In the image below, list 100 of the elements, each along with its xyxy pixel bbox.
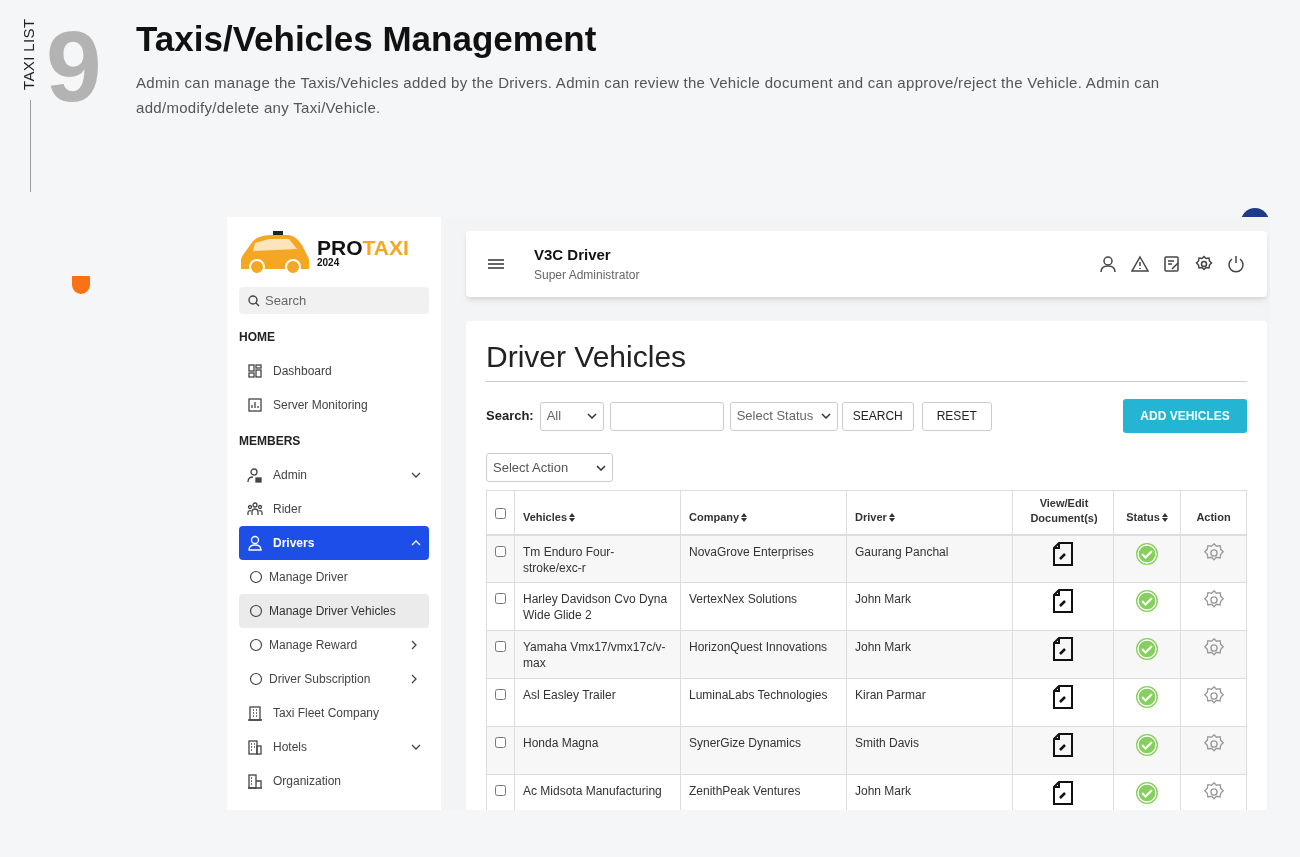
- hotel-icon: [247, 739, 263, 755]
- vehicle-name: Asl Easley Trailer: [523, 687, 617, 703]
- circle-icon: [249, 672, 263, 686]
- page-title: Driver Vehicles: [486, 337, 1247, 382]
- sort-icon[interactable]: [569, 512, 576, 522]
- document-edit-icon[interactable]: [1052, 541, 1074, 566]
- status-check-icon[interactable]: [1135, 733, 1159, 757]
- vehicle-name: Tm Enduro Four-stroke/exc-r: [523, 543, 616, 576]
- menu-item[interactable]: Taxi Fleet Company: [239, 696, 429, 730]
- office-icon: [247, 773, 263, 789]
- company-name: LuminaLabs Technologies: [689, 687, 829, 703]
- taxi-car-icon: [239, 229, 311, 275]
- section-heading: HOME: [239, 329, 276, 346]
- edit-note-icon[interactable]: [1163, 255, 1181, 273]
- status-check-icon[interactable]: [1135, 541, 1159, 566]
- description: Admin can manage the Taxis/Vehicles added by the Drivers. Admin can review the Vehicle document and can approve/reject the Vehicle. Admin can add/modify/delete any Taxi/Vehicle.: [136, 73, 1161, 118]
- submenu-item[interactable]: Manage Driver: [239, 560, 429, 594]
- row-checkbox[interactable]: [495, 545, 506, 557]
- chevron-icon: [411, 538, 421, 548]
- vehicle-name: Yamaha Vmx17/vmx17c/v-max: [523, 639, 667, 671]
- company-name: NovaGrove Enterprises: [689, 543, 815, 560]
- row-checkbox[interactable]: [495, 641, 506, 652]
- select-all-checkbox[interactable]: [495, 507, 506, 519]
- brand-logo: PROTAXI 2024: [317, 236, 409, 268]
- dashboard-icon: [247, 363, 263, 379]
- document-edit-icon[interactable]: [1052, 637, 1074, 661]
- type-select[interactable]: All: [539, 401, 604, 431]
- caret-icon: [596, 464, 606, 471]
- menu-item[interactable]: Rider: [239, 492, 429, 526]
- circle-icon: [249, 570, 263, 584]
- vehicle-name: Honda Magna: [523, 735, 600, 751]
- column-header: Action: [1196, 510, 1231, 525]
- caret-icon: [586, 413, 597, 419]
- search-label: Search:: [486, 407, 534, 426]
- reset-button[interactable]: RESET: [921, 401, 992, 431]
- driver-name: John Mark: [855, 639, 913, 655]
- menu-item[interactable]: Organization: [239, 764, 429, 798]
- company-name: HorizonQuest Innovations: [689, 639, 829, 655]
- action-select[interactable]: Select Action: [486, 453, 613, 482]
- menu-icon[interactable]: [488, 258, 504, 270]
- row-checkbox[interactable]: [495, 785, 506, 796]
- driver-name: Gaurang Panchal: [855, 543, 950, 560]
- document-edit-icon[interactable]: [1052, 733, 1074, 757]
- document-edit-icon[interactable]: [1052, 685, 1074, 709]
- column-header[interactable]: Vehicles: [523, 509, 568, 526]
- section-heading: MEMBERS: [239, 433, 302, 450]
- sort-icon[interactable]: [888, 512, 895, 522]
- menu-item[interactable]: Hotels: [239, 730, 429, 764]
- submenu-item[interactable]: Manage Reward: [239, 628, 429, 662]
- menu-item[interactable]: Drivers: [239, 526, 429, 560]
- menu-item[interactable]: Dashboard: [239, 354, 429, 388]
- driver-name: Kiran Parmar: [855, 687, 927, 703]
- driver-name: John Mark: [855, 591, 913, 607]
- menu-item[interactable]: Server Monitoring: [239, 388, 429, 422]
- chart-icon: [247, 397, 263, 413]
- chevron-icon: [409, 674, 419, 684]
- user-icon[interactable]: [1099, 255, 1117, 273]
- status-check-icon[interactable]: [1135, 781, 1159, 805]
- submenu-item[interactable]: Manage Driver Vehicles: [239, 594, 429, 628]
- section-number: 9: [46, 26, 102, 106]
- page-heading: Taxis/Vehicles Management: [136, 18, 598, 60]
- caret-icon: [820, 413, 831, 419]
- vehicle-name: Harley Davidson Cvo Dyna Wide Glide 2: [523, 591, 669, 623]
- group-icon: [247, 501, 263, 517]
- status-select[interactable]: Select Status: [729, 401, 838, 431]
- document-edit-icon[interactable]: [1052, 781, 1074, 805]
- driver-icon: [247, 535, 263, 551]
- row-checkbox[interactable]: [495, 737, 506, 748]
- search-icon: [248, 295, 260, 307]
- status-check-icon[interactable]: [1135, 637, 1159, 661]
- column-header[interactable]: Company: [689, 509, 740, 526]
- column-header: View/Edit Document(s): [1029, 495, 1099, 526]
- company-name: VertexNex Solutions: [689, 591, 799, 607]
- column-header[interactable]: Driver: [855, 509, 887, 526]
- chevron-icon: [411, 470, 421, 480]
- user-lock-icon: [247, 467, 263, 483]
- search-input[interactable]: [609, 401, 724, 431]
- power-icon[interactable]: [1227, 255, 1245, 273]
- search-field[interactable]: Search: [239, 287, 429, 314]
- row-checkbox[interactable]: [495, 689, 506, 700]
- column-header[interactable]: Status: [1126, 509, 1160, 526]
- warning-icon[interactable]: [1131, 255, 1149, 273]
- chevron-icon: [409, 640, 419, 650]
- section-label: TAXI LIST: [20, 18, 39, 90]
- user-name: V3C Driver: [534, 244, 612, 265]
- search-button[interactable]: SEARCH: [841, 401, 914, 431]
- status-check-icon[interactable]: [1135, 685, 1159, 709]
- status-check-icon[interactable]: [1135, 589, 1159, 613]
- submenu-item[interactable]: Driver Subscription: [239, 662, 429, 696]
- building-icon: [247, 705, 263, 721]
- driver-name: Smith Davis: [855, 735, 920, 751]
- settings-icon[interactable]: [1195, 255, 1213, 273]
- company-name: ZenithPeak Ventures: [689, 783, 802, 799]
- user-role: Super Administrator: [534, 267, 640, 285]
- sort-icon[interactable]: [741, 512, 748, 522]
- company-name: SynerGize Dynamics: [689, 735, 803, 751]
- document-edit-icon[interactable]: [1052, 589, 1074, 613]
- menu-item[interactable]: Admin: [239, 458, 429, 492]
- row-checkbox[interactable]: [495, 593, 506, 604]
- sort-icon[interactable]: [1161, 512, 1168, 522]
